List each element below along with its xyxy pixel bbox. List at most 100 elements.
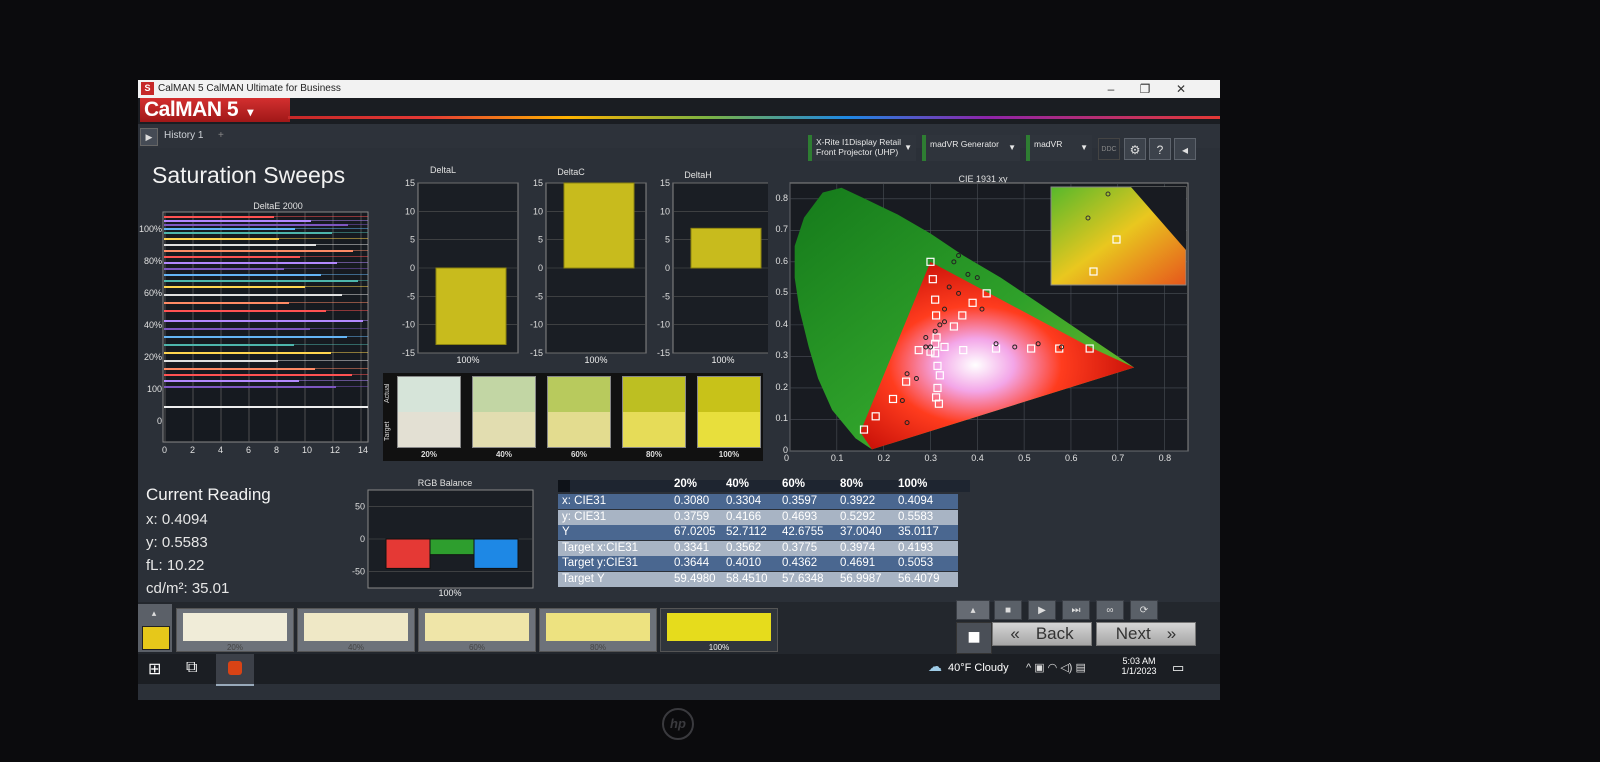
step-button[interactable]: 40% <box>297 608 415 652</box>
cie-ytick: 0.7 <box>775 224 788 235</box>
help-icon[interactable]: ? <box>1149 138 1171 160</box>
deltah-ytick: 10 <box>660 206 670 216</box>
deltae-bar-tail <box>295 228 368 229</box>
minimize-button[interactable]: – <box>1096 81 1126 97</box>
deltae-chart <box>162 211 369 443</box>
history-tab[interactable]: History 1 <box>164 130 203 141</box>
table-cell: 37.0040 <box>840 526 882 538</box>
add-history-icon[interactable]: + <box>218 130 224 141</box>
table-cell: 0.5583 <box>898 510 934 523</box>
brand-name: CalMAN 5 <box>144 98 239 121</box>
step-swatch <box>667 613 771 641</box>
deltac-ytick: -5 <box>535 291 543 301</box>
deltae-bar-tail <box>300 256 368 257</box>
deltal-ytick: -5 <box>407 291 415 301</box>
table-row-label: x: CIE31 <box>562 495 607 507</box>
step-button[interactable]: 20% <box>176 608 294 652</box>
table-cell: 0.3644 <box>674 557 710 569</box>
cie-ytick: 0.6 <box>775 255 788 266</box>
display-dropdown[interactable]: madVR ▼ <box>1026 135 1092 161</box>
rgb-bar-red <box>385 538 431 569</box>
deltac-ytick: 15 <box>533 178 543 188</box>
target-label: Target <box>384 421 391 441</box>
swatch-actual <box>398 377 460 412</box>
next-label: Next <box>1115 624 1151 643</box>
table-cell: 35.0117 <box>898 526 939 538</box>
step-swatch <box>546 613 650 641</box>
table-cell: 0.4193 <box>898 541 934 554</box>
collapse-controls-icon[interactable]: ▴ <box>956 600 990 620</box>
loop-button[interactable]: ∞ <box>1096 600 1124 620</box>
deltae-bar-tail <box>363 320 368 321</box>
deltah-bar <box>690 227 762 269</box>
deltae-bar-tail <box>310 328 368 329</box>
deltae-bar <box>164 294 342 296</box>
deltae-ytick: 0 <box>156 416 162 426</box>
deltae-bar-tail <box>336 386 368 387</box>
deltae-bar-tail <box>353 250 368 251</box>
deltae-bar <box>164 368 315 370</box>
deltac-ytick: -10 <box>530 320 543 330</box>
cie-ytick: 0.8 <box>775 192 788 203</box>
app-screen: S CalMAN 5 CalMAN Ultimate for Business … <box>138 80 1220 700</box>
current-cdm: cd/m²: 35.01 <box>146 580 230 597</box>
deltal-ytick: 5 <box>410 235 415 245</box>
deltal-ytick: 15 <box>405 178 415 188</box>
step-button[interactable]: ⏭ <box>1062 600 1090 620</box>
deltae-bar <box>164 310 326 312</box>
table-cell: 0.3562 <box>726 541 762 554</box>
deltah-xlabel: 100% <box>711 355 734 365</box>
generator-dropdown[interactable]: madVR Generator ▼ <box>922 135 1020 161</box>
maximize-button[interactable]: ❐ <box>1130 81 1160 97</box>
step-label: 80% <box>589 643 606 652</box>
cie-xtick: 0.7 <box>1111 453 1125 463</box>
clock[interactable]: 5:03 AM 1/1/2023 <box>1114 656 1164 676</box>
step-button[interactable]: 60% <box>418 608 536 652</box>
gear-icon[interactable]: ⚙ <box>1124 138 1146 160</box>
cie-xtick: 0.3 <box>924 453 937 463</box>
deltah-ytick: 15 <box>660 178 670 188</box>
back-button[interactable]: « Back <box>992 622 1092 646</box>
swatch-target <box>398 412 460 447</box>
swatch-label: 100% <box>718 450 740 459</box>
task-view-icon[interactable]: ⧉ <box>186 659 197 677</box>
rgb-ytick: 0 <box>360 534 365 544</box>
stop-small-button[interactable]: ■ <box>994 600 1022 620</box>
play-button[interactable]: ▶ <box>1028 600 1056 620</box>
deltae-bar <box>164 280 358 282</box>
ddc-button[interactable]: DDC <box>1098 138 1120 160</box>
cie-ytick: 0.4 <box>775 318 788 329</box>
swatch <box>622 376 686 448</box>
step-swatch <box>425 613 529 641</box>
cie-ytick: 0.1 <box>775 413 788 424</box>
calman-taskbar-item[interactable] <box>216 654 254 686</box>
back-arrow-icon[interactable]: ◂ <box>1174 138 1196 160</box>
step-button[interactable]: 100% <box>660 608 778 652</box>
brand-menu-button[interactable]: CalMAN 5 ▾ <box>140 98 290 122</box>
deltae-xtick: 6 <box>246 445 252 455</box>
current-reading-title: Current Reading <box>146 485 271 504</box>
notification-icon[interactable]: ▭ <box>1172 660 1184 676</box>
close-button[interactable]: ✕ <box>1166 81 1196 97</box>
windows-start-icon[interactable]: ⊞ <box>148 659 161 679</box>
deltae-bar <box>164 352 331 354</box>
deltah-ytick: -10 <box>657 320 670 330</box>
table-row-label: y: CIE31 <box>562 510 607 523</box>
chevron-down-icon: ▼ <box>1080 143 1088 152</box>
system-tray-icons[interactable]: ^ ▣ ◠ ◁) ▤ <box>1026 661 1086 674</box>
table-row-label: Target Y <box>562 572 605 585</box>
expand-icon[interactable]: ▴ <box>140 608 168 618</box>
cie-ytick: 0.5 <box>775 287 788 298</box>
rgb-bar-blue <box>473 538 519 569</box>
step-button[interactable]: 80% <box>539 608 657 652</box>
stop-button[interactable]: ■ <box>956 622 992 654</box>
weather-label[interactable]: 40°F Cloudy <box>948 662 1009 674</box>
next-button[interactable]: Next » <box>1096 622 1196 646</box>
clock-time: 5:03 AM <box>1122 656 1156 666</box>
brand-bar <box>138 98 1220 124</box>
swatch-label: 80% <box>645 450 662 459</box>
history-play-button[interactable]: ▶ <box>140 128 158 146</box>
refresh-button[interactable]: ⟳ <box>1130 600 1158 620</box>
current-color-swatch <box>142 626 170 650</box>
meter-dropdown[interactable]: X-Rite I1Display Retail Front Projector … <box>808 135 916 161</box>
